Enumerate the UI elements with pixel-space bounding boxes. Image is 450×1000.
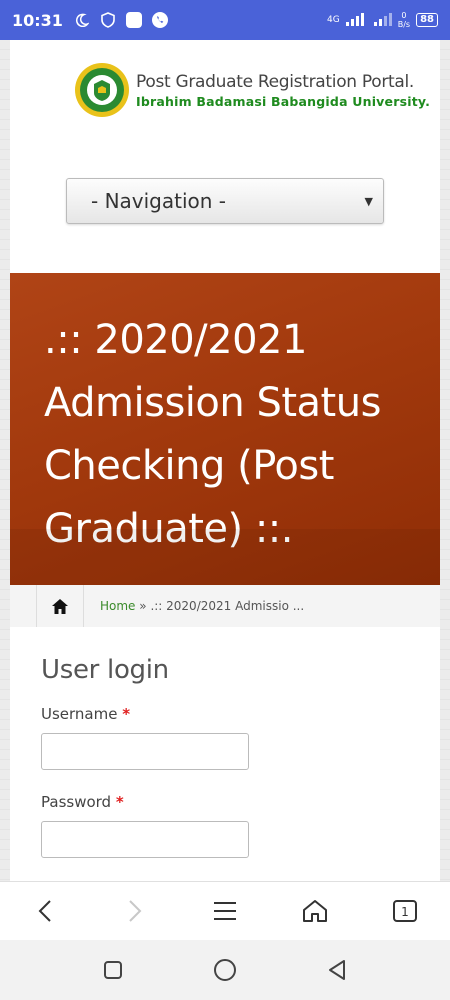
username-label: Username * <box>41 705 131 723</box>
page-title: .:: 2020/2021 Admission Status Checking … <box>44 317 381 552</box>
home-circle-icon <box>214 959 236 981</box>
password-label: Password * <box>41 793 124 811</box>
user-login-form: User login Username * Password * <box>10 627 440 881</box>
breadcrumb-trail: Home » .:: 2020/2021 Admissio ... <box>100 599 304 613</box>
back-button[interactable] <box>25 891 65 931</box>
signal-icon <box>345 12 368 29</box>
required-mark: * <box>122 705 131 723</box>
browser-toolbar: 1 <box>0 881 450 940</box>
portal-title: Post Graduate Registration Portal. <box>136 71 415 92</box>
browser-home-button[interactable] <box>295 891 335 931</box>
tabs-icon: 1 <box>393 900 417 922</box>
university-crest-icon <box>75 63 129 117</box>
navigation-select-value: - Navigation - <box>91 189 227 213</box>
home-icon <box>303 900 327 922</box>
shield-icon <box>99 11 117 29</box>
tabs-button[interactable]: 1 <box>385 891 425 931</box>
system-back-button[interactable] <box>320 953 354 987</box>
home-icon <box>52 598 68 614</box>
required-mark: * <box>115 793 124 811</box>
signal-2-icon <box>373 12 392 29</box>
network-type: 4G <box>327 15 340 25</box>
university-name: Ibrahim Badamasi Babangida University. <box>136 93 431 109</box>
web-page[interactable]: Post Graduate Registration Portal. Ibrah… <box>0 40 450 881</box>
whatsapp-icon <box>151 11 169 29</box>
breadcrumb-current: .:: 2020/2021 Admissio ... <box>150 599 305 613</box>
dropdown-arrow-icon: ▼ <box>364 194 373 208</box>
page-container: Post Graduate Registration Portal. Ibrah… <box>10 40 440 881</box>
site-title-block: Post Graduate Registration Portal. Ibrah… <box>136 72 430 109</box>
site-header: Post Graduate Registration Portal. Ibrah… <box>10 40 440 273</box>
status-system-icons: 4G 0 B/s 88 <box>327 11 438 29</box>
menu-button[interactable] <box>205 891 245 931</box>
system-navigation-bar <box>0 940 450 1000</box>
page-title-banner: .:: 2020/2021 Admission Status Checking … <box>10 273 440 585</box>
app-square-icon <box>125 11 143 29</box>
forward-button[interactable] <box>115 891 155 931</box>
login-heading: User login <box>41 655 169 685</box>
status-notification-icons <box>73 11 169 29</box>
site-branding[interactable]: Post Graduate Registration Portal. Ibrah… <box>74 62 430 118</box>
status-bar: 10:31 4G 0 B/s 88 <box>0 0 450 40</box>
network-speed: 0 B/s <box>397 11 411 29</box>
breadcrumb: Home » .:: 2020/2021 Admissio ... <box>10 585 440 627</box>
back-triangle-icon <box>329 960 345 980</box>
password-input[interactable] <box>41 821 249 858</box>
breadcrumb-separator: » <box>139 599 147 613</box>
back-icon <box>38 900 51 922</box>
moon-icon <box>73 11 91 29</box>
recents-button[interactable] <box>96 953 130 987</box>
system-home-button[interactable] <box>208 953 242 987</box>
breadcrumb-home-button[interactable] <box>36 585 84 627</box>
navigation-select[interactable]: - Navigation - ▼ <box>66 178 384 224</box>
username-input[interactable] <box>41 733 249 770</box>
status-time: 10:31 <box>12 10 63 30</box>
recents-icon <box>104 961 122 979</box>
battery-indicator: 88 <box>416 13 438 27</box>
forward-icon <box>129 900 142 922</box>
menu-icon <box>214 902 236 920</box>
breadcrumb-home-link[interactable]: Home <box>100 599 135 613</box>
tab-count: 1 <box>401 905 409 919</box>
